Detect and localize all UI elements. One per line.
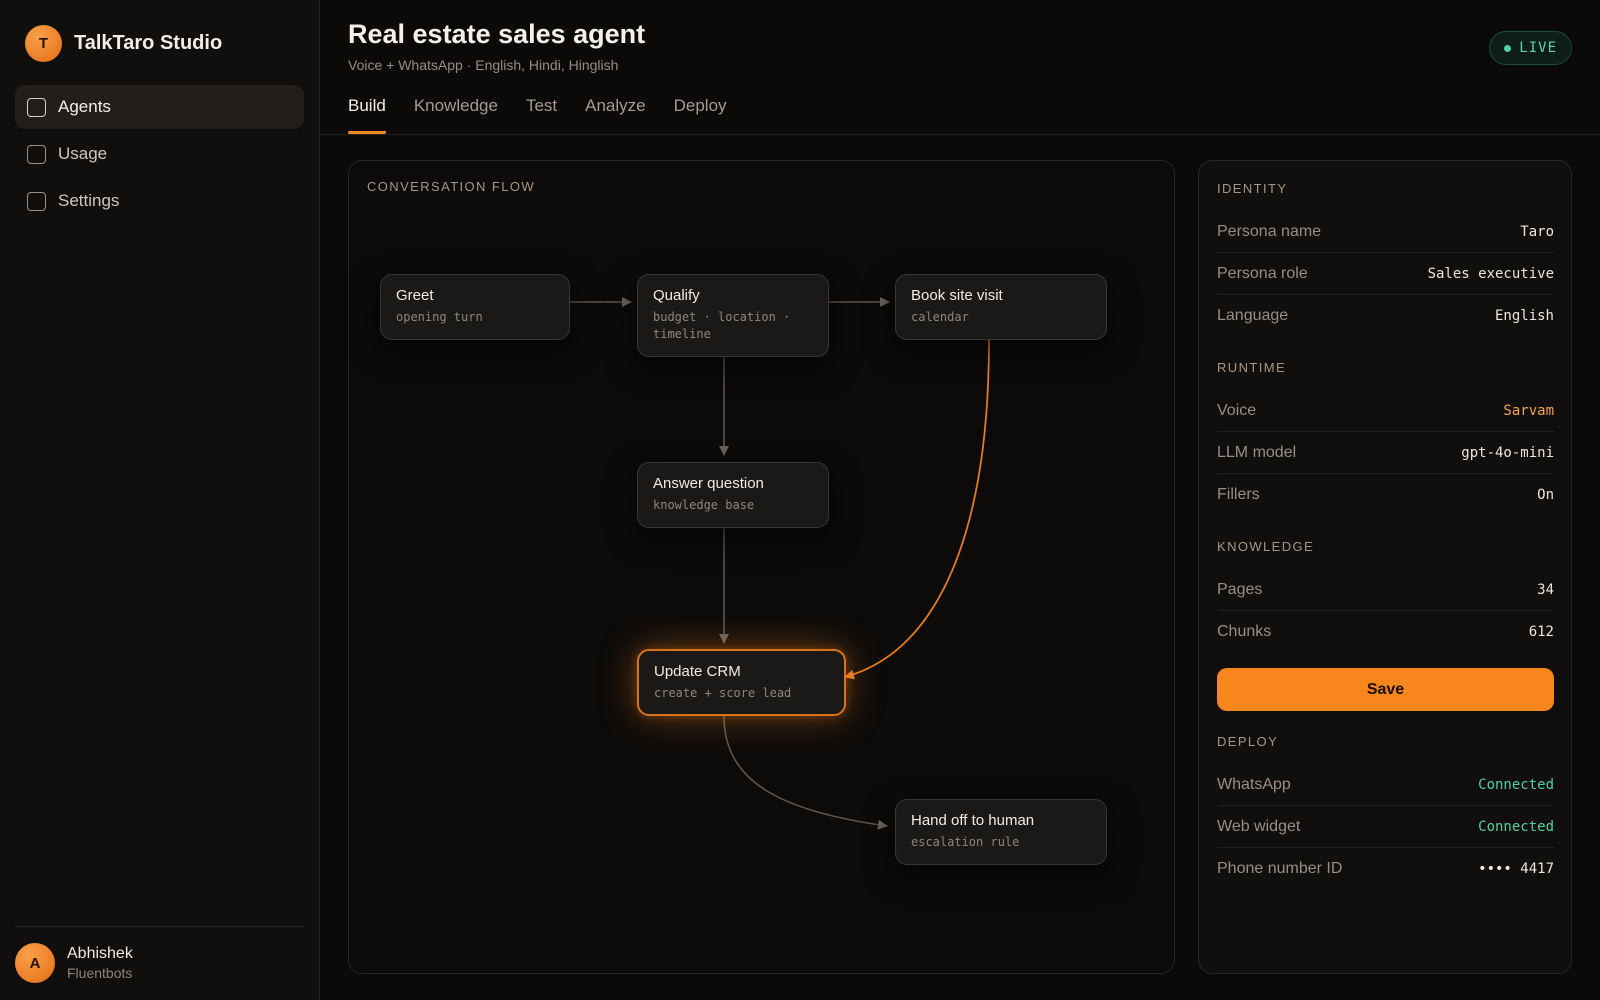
- row-phone-number-id[interactable]: Phone number ID •••• 4417: [1217, 848, 1554, 890]
- row-whatsapp[interactable]: WhatsApp Connected: [1217, 764, 1554, 806]
- flow-node-hand-off[interactable]: Hand off to human escalation rule: [895, 799, 1107, 865]
- row-persona-name[interactable]: Persona name Taro: [1217, 211, 1554, 253]
- page-header: Real estate sales agent Voice + WhatsApp…: [320, 0, 1600, 135]
- node-title: Update CRM: [654, 663, 741, 680]
- tab-test[interactable]: Test: [526, 96, 557, 134]
- row-label: Persona role: [1217, 264, 1308, 282]
- node-title: Hand off to human: [911, 812, 1035, 829]
- section-label-identity: IDENTITY: [1217, 181, 1288, 196]
- row-label: Voice: [1217, 401, 1257, 419]
- node-title: Book site visit: [911, 287, 1003, 304]
- row-value: •••• 4417: [1478, 861, 1554, 877]
- row-label: Persona name: [1217, 222, 1322, 240]
- flow-node-book-site-visit[interactable]: Book site visit calendar: [895, 274, 1107, 340]
- row-value: Sarvam: [1503, 402, 1554, 419]
- sidebar-nav: Agents Usage Settings: [15, 85, 304, 226]
- agents-icon: [27, 97, 46, 117]
- row-value: Connected: [1478, 818, 1554, 835]
- row-persona-role[interactable]: Persona role Sales executive: [1217, 253, 1554, 295]
- node-subtitle: knowledge base: [653, 498, 755, 512]
- sidebar-item-settings[interactable]: Settings: [15, 179, 304, 223]
- section-label-deploy: DEPLOY: [1217, 734, 1279, 749]
- sidebar-item-label: Agents: [58, 97, 111, 116]
- user-profile[interactable]: A Abhishek Fluentbots: [15, 943, 133, 983]
- live-dot-icon: [1504, 44, 1512, 52]
- row-value: 612: [1528, 624, 1554, 640]
- node-subtitle: create + score lead: [654, 686, 792, 700]
- sidebar-item-usage[interactable]: Usage: [15, 132, 304, 176]
- sidebar-item-label: Usage: [58, 144, 108, 163]
- status-badge: LIVE: [1489, 31, 1572, 65]
- brand-logo: T: [25, 25, 62, 62]
- tab-bar: Build Knowledge Test Analyze Deploy: [348, 96, 727, 134]
- user-name: Abhishek: [67, 945, 133, 962]
- row-label: Fillers: [1217, 486, 1260, 503]
- save-button[interactable]: Save: [1217, 668, 1554, 711]
- sidebar: T TalkTaro Studio Agents Usage Settings …: [0, 0, 320, 1000]
- row-value: 34: [1537, 581, 1554, 598]
- row-value: On: [1537, 487, 1554, 503]
- app-name: TalkTaro Studio: [74, 32, 223, 54]
- sidebar-item-label: Settings: [58, 191, 120, 210]
- node-subtitle: calendar: [911, 310, 969, 324]
- section-label-knowledge: KNOWLEDGE: [1217, 539, 1315, 554]
- node-title: Qualify: [653, 287, 700, 304]
- row-voice[interactable]: Voice Sarvam: [1217, 390, 1554, 432]
- agent-settings-panel: IDENTITY Persona name Taro Persona role …: [1198, 160, 1572, 974]
- node-subtitle: budget · location · timeline: [653, 310, 791, 341]
- row-value: Connected: [1478, 776, 1554, 793]
- status-label: LIVE: [1519, 40, 1557, 56]
- flow-node-qualify[interactable]: Qualify budget · location · timeline: [637, 274, 829, 357]
- row-label: Chunks: [1217, 623, 1272, 640]
- node-title: Answer question: [653, 475, 764, 492]
- settings-icon: [27, 191, 46, 211]
- row-llm-model[interactable]: LLM model gpt-4o-mini: [1217, 432, 1554, 474]
- page-subtitle: Voice + WhatsApp · English, Hindi, Hingl…: [348, 57, 619, 73]
- row-fillers[interactable]: Fillers On: [1217, 474, 1554, 516]
- row-label: Pages: [1217, 580, 1263, 598]
- node-title: Greet: [396, 287, 434, 304]
- section-label-runtime: RUNTIME: [1217, 360, 1287, 375]
- sidebar-divider: [15, 926, 304, 927]
- brand[interactable]: T TalkTaro Studio: [25, 25, 222, 62]
- tab-build[interactable]: Build: [348, 96, 386, 134]
- tab-knowledge[interactable]: Knowledge: [414, 96, 498, 134]
- tab-deploy[interactable]: Deploy: [674, 96, 727, 134]
- page-title: Real estate sales agent: [348, 19, 646, 49]
- row-value: English: [1494, 308, 1554, 324]
- usage-icon: [27, 144, 46, 164]
- avatar: A: [15, 943, 55, 983]
- user-org: Fluentbots: [67, 965, 133, 981]
- node-subtitle: opening turn: [396, 310, 483, 324]
- tab-analyze[interactable]: Analyze: [585, 96, 645, 134]
- row-chunks[interactable]: Chunks 612: [1217, 611, 1554, 653]
- row-value: gpt-4o-mini: [1461, 444, 1554, 461]
- row-value: Sales executive: [1427, 265, 1554, 282]
- node-subtitle: escalation rule: [911, 835, 1020, 849]
- row-label: Web widget: [1217, 817, 1301, 835]
- flow-node-answer-question[interactable]: Answer question knowledge base: [637, 462, 829, 528]
- edge-crm-handoff: [723, 715, 888, 830]
- row-value: Taro: [1520, 223, 1554, 240]
- row-label: LLM model: [1217, 443, 1297, 461]
- flow-node-update-crm[interactable]: Update CRM create + score lead: [637, 649, 846, 716]
- row-label: Language: [1217, 307, 1289, 324]
- edge-book-crm: [844, 339, 990, 680]
- row-language[interactable]: Language English: [1217, 295, 1554, 337]
- row-pages[interactable]: Pages 34: [1217, 569, 1554, 611]
- row-web-widget[interactable]: Web widget Connected: [1217, 806, 1554, 848]
- conversation-flow-canvas[interactable]: CONVERSATION FLOW Greet opening turn Qua…: [348, 160, 1175, 974]
- flow-node-greet[interactable]: Greet opening turn: [380, 274, 570, 340]
- sidebar-item-agents[interactable]: Agents: [15, 85, 304, 129]
- row-label: WhatsApp: [1217, 775, 1291, 793]
- row-label: Phone number ID: [1217, 860, 1343, 877]
